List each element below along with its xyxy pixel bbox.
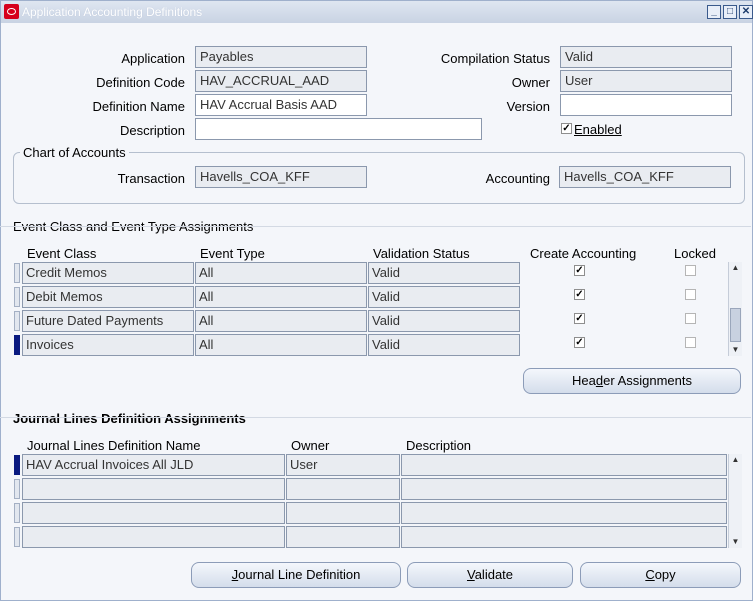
version-label: Version <box>506 99 550 114</box>
row-selector[interactable] <box>14 479 20 499</box>
create-accounting-header: Create Accounting <box>530 246 637 261</box>
create-accounting-checkbox[interactable]: ✓ <box>574 265 585 276</box>
validation-status-cell[interactable]: Valid <box>368 334 520 356</box>
create-accounting-checkbox[interactable]: ✓ <box>574 337 585 348</box>
compilation-status-field[interactable]: Valid <box>560 46 732 68</box>
jld-name-cell[interactable] <box>22 526 285 548</box>
definition-name-label: Definition Name <box>92 99 186 114</box>
copy-button[interactable]: Copy <box>580 562 741 588</box>
create-accounting-checkbox[interactable]: ✓ <box>574 313 585 324</box>
journal-line-definition-button[interactable]: Journal Line Definition <box>191 562 401 588</box>
locked-header: Locked <box>674 246 716 261</box>
close-icon[interactable]: ✕ <box>739 5 753 19</box>
window-title: Application Accounting Definitions <box>22 5 203 19</box>
scroll-thumb[interactable] <box>730 308 741 342</box>
compilation-status-label: Compilation Status <box>440 51 550 66</box>
jld-description-cell[interactable] <box>401 454 727 476</box>
accounting-label: Accounting <box>485 171 550 186</box>
row-selector[interactable] <box>14 503 20 523</box>
validation-status-header: Validation Status <box>373 246 470 261</box>
transaction-field[interactable]: Havells_COA_KFF <box>195 166 367 188</box>
jld-description-cell[interactable] <box>401 502 727 524</box>
locked-checkbox[interactable] <box>685 313 696 324</box>
minimize-icon[interactable]: _ <box>707 5 721 19</box>
validation-status-cell[interactable]: Valid <box>368 262 520 284</box>
definition-code-field[interactable]: HAV_ACCRUAL_AAD <box>195 70 367 92</box>
row-selector-active[interactable] <box>14 335 20 355</box>
event-class-cell[interactable]: Invoices <box>22 334 194 356</box>
accounting-field[interactable]: Havells_COA_KFF <box>559 166 731 188</box>
chart-of-accounts-title: Chart of Accounts <box>20 145 129 160</box>
jld-name-cell[interactable]: HAV Accrual Invoices All JLD <box>22 454 285 476</box>
jld-owner-cell[interactable] <box>286 502 400 524</box>
jld-description-cell[interactable] <box>401 526 727 548</box>
jld-owner-cell[interactable]: User <box>286 454 400 476</box>
event-type-cell[interactable]: All <box>195 262 367 284</box>
jld-scrollbar[interactable]: ▲ ▼ <box>728 454 742 548</box>
application-label: Application <box>121 51 185 66</box>
enabled-checkbox[interactable]: ✓ <box>561 123 572 134</box>
event-type-cell[interactable]: All <box>195 310 367 332</box>
event-type-header: Event Type <box>200 246 265 261</box>
validation-status-cell[interactable]: Valid <box>368 310 520 332</box>
event-class-cell[interactable]: Future Dated Payments <box>22 310 194 332</box>
locked-checkbox[interactable] <box>685 265 696 276</box>
row-selector[interactable] <box>14 311 20 331</box>
jld-owner-cell[interactable] <box>286 526 400 548</box>
scroll-up-icon[interactable]: ▲ <box>729 262 742 274</box>
jld-name-cell[interactable] <box>22 502 285 524</box>
event-class-cell[interactable]: Debit Memos <box>22 286 194 308</box>
jld-assignments-title: Journal Lines Definition Assignments <box>13 411 246 426</box>
maximize-icon[interactable]: □ <box>723 5 737 19</box>
owner-label: Owner <box>511 75 550 90</box>
title-bar: Application Accounting Definitions _ □ ✕ <box>1 1 753 23</box>
event-scrollbar[interactable]: ▲ ▼ <box>728 262 742 356</box>
owner-field[interactable]: User <box>560 70 732 92</box>
application-field[interactable]: Payables <box>195 46 367 68</box>
header-assignments-button[interactable]: Header Assignments <box>523 368 741 394</box>
event-type-cell[interactable]: All <box>195 286 367 308</box>
event-class-header: Event Class <box>27 246 97 261</box>
row-selector-active[interactable] <box>14 455 20 475</box>
transaction-label: Transaction <box>117 171 185 186</box>
jld-description-header: Description <box>406 438 472 453</box>
validation-status-cell[interactable]: Valid <box>368 286 520 308</box>
event-section-divider <box>0 226 751 227</box>
row-selector[interactable] <box>14 287 20 307</box>
jld-section-divider <box>0 417 751 418</box>
definition-name-field[interactable]: HAV Accrual Basis AAD <box>195 94 367 116</box>
row-selector[interactable] <box>14 263 20 283</box>
scroll-down-icon[interactable]: ▼ <box>729 344 742 356</box>
create-accounting-checkbox[interactable]: ✓ <box>574 289 585 300</box>
row-selector[interactable] <box>14 527 20 547</box>
jld-name-cell[interactable] <box>22 478 285 500</box>
validate-button[interactable]: Validate <box>407 562 573 588</box>
enabled-label: Enabled <box>574 122 622 137</box>
jld-owner-header: Owner <box>291 438 330 453</box>
oracle-logo-icon <box>4 4 19 19</box>
version-field[interactable] <box>560 94 732 116</box>
locked-checkbox[interactable] <box>685 289 696 300</box>
locked-checkbox[interactable] <box>685 337 696 348</box>
jld-name-header: Journal Lines Definition Name <box>27 438 201 453</box>
jld-owner-cell[interactable] <box>286 478 400 500</box>
jld-description-cell[interactable] <box>401 478 727 500</box>
event-type-cell[interactable]: All <box>195 334 367 356</box>
description-label: Description <box>119 123 185 138</box>
definition-code-label: Definition Code <box>96 75 185 90</box>
scroll-down-icon[interactable]: ▼ <box>729 536 742 548</box>
description-field[interactable] <box>195 118 482 140</box>
event-class-cell[interactable]: Credit Memos <box>22 262 194 284</box>
scroll-up-icon[interactable]: ▲ <box>729 454 742 466</box>
